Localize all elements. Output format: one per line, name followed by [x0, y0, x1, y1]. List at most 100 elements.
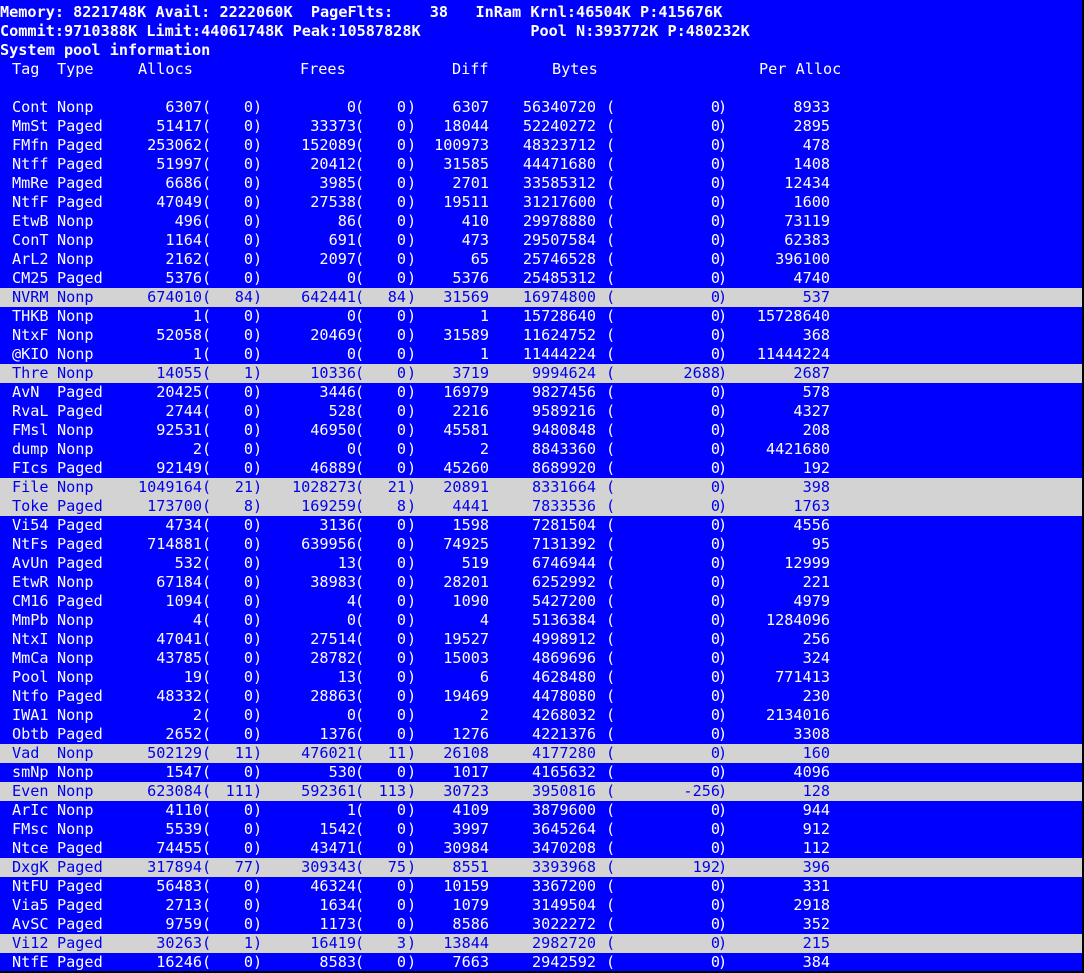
table-row: Even Nonp 623084(111) 592361(113) 30723 39508…	[0, 782, 1082, 801]
table-row: smNp Nonp 1547(0) 530(0) 1017 4165632(0) 4096	[0, 763, 1082, 782]
row-diff: 410	[461, 212, 489, 230]
paren-open: (	[606, 193, 616, 211]
table-row: NtfF Paged 47049(0) 27538(0) 19511 31217600(0…	[0, 193, 1082, 212]
paren-close: )	[407, 592, 417, 610]
row-diff: 10159	[443, 877, 489, 895]
row-diff: 8551	[452, 858, 489, 876]
paren-open: (	[606, 611, 616, 629]
row-bytes-diff: 192	[692, 858, 720, 876]
row-frees-diff: 0	[396, 668, 406, 686]
paren-open: (	[606, 136, 616, 154]
row-tag: Ntff	[12, 155, 49, 173]
row-per-alloc: 11444224	[756, 345, 830, 363]
row-frees: 309343	[301, 858, 356, 876]
table-row: Cont Nonp 6307(0) 0(0) 6307 56340720(0) 8933	[0, 98, 1082, 117]
col-header-bytes[interactable]: Bytes	[552, 60, 598, 79]
row-allocs: 1	[192, 307, 202, 325]
paren-open: (	[606, 155, 616, 173]
row-frees: 530	[328, 763, 356, 781]
row-tag: @KIO	[12, 345, 49, 363]
row-allocs-diff: 0	[243, 630, 253, 648]
row-frees-diff: 0	[396, 839, 406, 857]
paren-open: (	[202, 402, 212, 420]
row-type: Nonp	[57, 288, 94, 306]
paren-close: )	[718, 516, 728, 534]
row-bytes: 7131392	[531, 535, 596, 553]
row-frees-diff: 11	[387, 744, 406, 762]
paren-close: )	[253, 516, 263, 534]
row-allocs-diff: 1	[243, 364, 253, 382]
row-frees: 3985	[319, 174, 356, 192]
row-tag: NtFs	[12, 535, 49, 553]
paren-close: )	[718, 231, 728, 249]
row-type: Nonp	[57, 820, 94, 838]
row-per-alloc: 12434	[784, 174, 830, 192]
paren-open: (	[355, 744, 365, 762]
paren-close: )	[253, 231, 263, 249]
table-row: ArL2 Nonp 2162(0) 2097(0) 65 25746528(0) 39610…	[0, 250, 1082, 269]
paren-close: )	[253, 345, 263, 363]
row-diff: 45260	[443, 459, 489, 477]
paren-open: (	[606, 440, 616, 458]
row-frees-diff: 0	[396, 649, 406, 667]
row-allocs: 2162	[165, 250, 202, 268]
row-allocs-diff: 0	[243, 212, 253, 230]
paren-close: )	[718, 858, 728, 876]
paren-close: )	[407, 231, 417, 249]
row-frees: 46889	[310, 459, 356, 477]
row-tag: FIcs	[12, 459, 49, 477]
row-allocs-diff: 0	[243, 554, 253, 572]
section-title: System pool information	[0, 41, 211, 59]
paren-open: (	[202, 744, 212, 762]
table-row: FMsl Nonp 92531(0) 46950(0) 45581 9480848(0) 2…	[0, 421, 1082, 440]
row-frees: 1173	[319, 915, 356, 933]
col-header-type[interactable]: Type	[57, 60, 94, 79]
row-tag: EtwB	[12, 212, 49, 230]
row-frees: 28863	[310, 687, 356, 705]
row-tag: AvSC	[12, 915, 49, 933]
row-diff: 31585	[443, 155, 489, 173]
row-diff: 3719	[452, 364, 489, 382]
row-frees: 8583	[319, 953, 356, 971]
row-bytes: 4165632	[531, 763, 596, 781]
col-header-diff[interactable]: Diff	[452, 60, 489, 79]
paren-close: )	[407, 801, 417, 819]
paren-open: (	[202, 117, 212, 135]
col-header-tag[interactable]: Tag	[12, 60, 39, 79]
row-allocs-diff: 0	[243, 421, 253, 439]
row-type: Nonp	[57, 573, 94, 591]
row-allocs: 2744	[165, 402, 202, 420]
row-type: Nonp	[57, 801, 94, 819]
row-allocs-diff: 0	[243, 174, 253, 192]
row-diff: 31569	[443, 288, 489, 306]
col-header-frees[interactable]: Frees	[300, 60, 346, 79]
row-per-alloc: 352	[802, 915, 830, 933]
row-type: Nonp	[57, 326, 94, 344]
row-bytes: 44471680	[522, 155, 596, 173]
paren-open: (	[202, 915, 212, 933]
row-allocs: 714881	[147, 535, 202, 553]
row-tag: IWA1	[12, 706, 49, 724]
table-row: Thre Nonp 14055(1) 10336(0) 3719 9994624(2688…	[0, 364, 1082, 383]
paren-close: )	[407, 744, 417, 762]
row-allocs-diff: 0	[243, 516, 253, 534]
paren-open: (	[202, 953, 212, 971]
row-per-alloc: 537	[802, 288, 830, 306]
col-header-per-alloc[interactable]: Per Alloc	[759, 60, 841, 79]
row-frees-diff: 0	[396, 117, 406, 135]
col-header-allocs[interactable]: Allocs	[138, 60, 193, 79]
row-frees: 152089	[301, 136, 356, 154]
row-tag: NVRM	[12, 288, 49, 306]
paren-close: )	[253, 364, 263, 382]
paren-close: )	[718, 497, 728, 515]
row-diff: 1276	[452, 725, 489, 743]
row-frees: 691	[328, 231, 356, 249]
paren-open: (	[202, 687, 212, 705]
paren-close: )	[407, 174, 417, 192]
paren-open: (	[355, 573, 365, 591]
row-tag: smNp	[12, 763, 49, 781]
table-row: FMsc Nonp 5539(0) 1542(0) 3997 3645264(0) 912	[0, 820, 1082, 839]
paren-open: (	[355, 535, 365, 553]
row-bytes: 48323712	[522, 136, 596, 154]
paren-open: (	[202, 478, 212, 496]
